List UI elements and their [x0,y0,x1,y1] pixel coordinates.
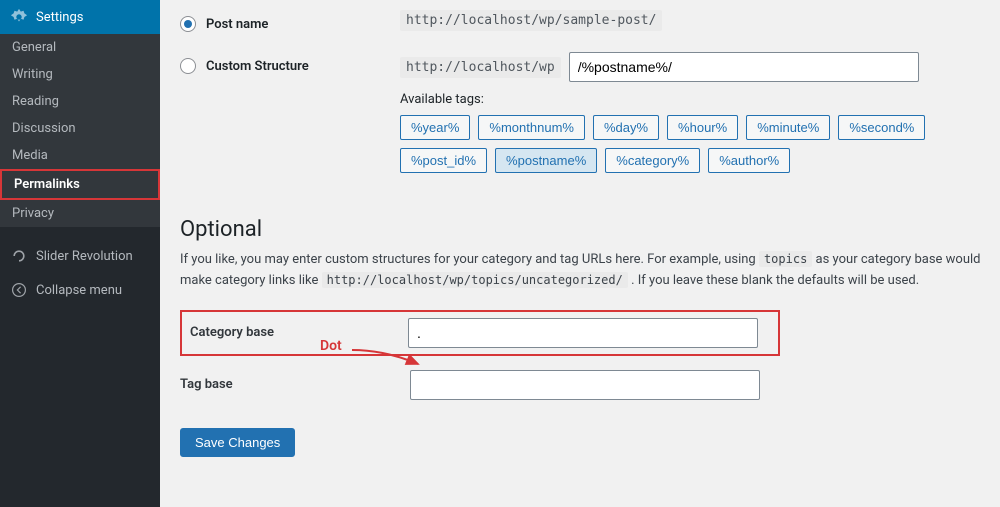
tag-button[interactable]: %year% [400,115,470,140]
option-custom-label-wrap[interactable]: Custom Structure [180,52,400,74]
postname-url-sample: http://localhost/wp/sample-post/ [400,10,662,31]
settings-icon [10,8,28,26]
option-postname-label-wrap[interactable]: Post name [180,10,400,32]
tag-base-row: Tag base [180,356,1000,414]
sidebar-item-privacy[interactable]: Privacy [0,200,160,227]
tag-button[interactable]: %second% [838,115,925,140]
option-custom-row: Custom Structure http://localhost/wp Ava… [180,42,1000,203]
tag-button[interactable]: %day% [593,115,659,140]
sidebar-item-slider-revolution[interactable]: Slider Revolution [0,239,160,273]
tag-button[interactable]: %hour% [667,115,738,140]
code-topics: topics [759,251,812,267]
option-postname-row: Post name http://localhost/wp/sample-pos… [180,0,1000,42]
sidebar-settings-label: Settings [36,10,83,25]
category-base-input[interactable] [408,318,758,348]
admin-sidebar: Settings General Writing Reading Discuss… [0,0,160,507]
radio-postname[interactable] [180,16,196,32]
sidebar-item-permalinks[interactable]: Permalinks [0,169,160,200]
sidebar-item-media[interactable]: Media [0,142,160,169]
option-custom-label: Custom Structure [206,59,309,74]
tag-button-group: %year% %monthnum% %day% %hour% %minute% %seco… [400,115,1000,173]
sidebar-submenu: General Writing Reading Discussion Media… [0,34,160,227]
sidebar-item-writing[interactable]: Writing [0,61,160,88]
sidebar-item-discussion[interactable]: Discussion [0,115,160,142]
optional-description: If you like, you may enter custom struct… [180,250,1000,292]
refresh-icon [10,247,28,265]
tag-button[interactable]: %postname% [495,148,597,173]
sidebar-slider-label: Slider Revolution [36,249,133,264]
radio-custom[interactable] [180,58,196,74]
category-base-label: Category base [190,325,408,340]
custom-url-prefix: http://localhost/wp [400,57,561,78]
tag-button[interactable]: %post_id% [400,148,487,173]
tag-button[interactable]: %author% [708,148,790,173]
tag-base-label: Tag base [180,377,410,392]
available-tags-label: Available tags: [400,92,1000,107]
sidebar-settings-header[interactable]: Settings [0,0,160,34]
main-content: Post name http://localhost/wp/sample-pos… [160,0,1000,507]
custom-structure-input[interactable] [569,52,919,82]
tag-button[interactable]: %minute% [746,115,830,140]
tag-button[interactable]: %monthnum% [478,115,585,140]
sidebar-item-reading[interactable]: Reading [0,88,160,115]
tag-base-input[interactable] [410,370,760,400]
optional-heading: Optional [180,217,1000,242]
category-base-highlight: Category base [180,310,780,356]
save-changes-button[interactable]: Save Changes [180,428,295,457]
sidebar-item-general[interactable]: General [0,34,160,61]
tag-button[interactable]: %category% [605,148,700,173]
sidebar-collapse[interactable]: Collapse menu [0,273,160,307]
code-example-url: http://localhost/wp/topics/uncategorized… [322,272,628,288]
option-postname-label: Post name [206,17,268,32]
sidebar-collapse-label: Collapse menu [36,283,122,298]
collapse-icon [10,281,28,299]
